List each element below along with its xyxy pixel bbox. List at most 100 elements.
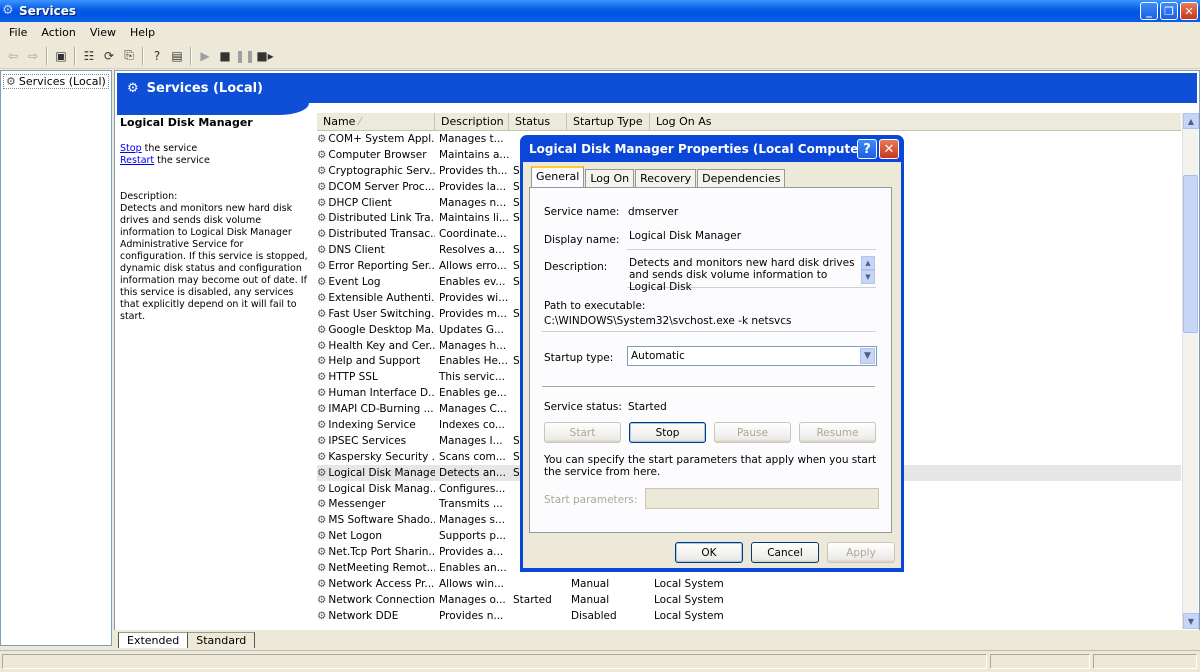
show-hide-tree-icon[interactable]: ▣ bbox=[51, 46, 71, 66]
column-log-on-as[interactable]: Log On As bbox=[650, 113, 750, 130]
service-description-cell: Maintains li... bbox=[439, 212, 509, 225]
column-name[interactable]: Name ⁄ bbox=[317, 113, 435, 130]
gear-icon: ⚙ bbox=[317, 498, 327, 511]
export-list-icon[interactable]: ⎘ bbox=[119, 46, 139, 66]
restart-icon[interactable]: ■▸ bbox=[255, 46, 275, 66]
startup-type-label: Startup type: bbox=[544, 352, 614, 364]
service-name-cell: ⚙ Fast User Switching... bbox=[317, 308, 435, 320]
start-params-field[interactable] bbox=[645, 488, 879, 509]
service-description-cell: Manages o... bbox=[439, 593, 506, 606]
tab-dependencies[interactable]: Dependencies bbox=[697, 169, 786, 187]
column-startup-type[interactable]: Startup Type bbox=[567, 113, 650, 130]
table-row[interactable]: ⚙ Network Access Pr... Allows win... Manual… bbox=[317, 576, 1181, 592]
forward-icon[interactable]: ⇨ bbox=[23, 46, 43, 66]
status-cell bbox=[1093, 654, 1197, 669]
tab-standard[interactable]: Standard bbox=[187, 632, 256, 648]
start-button[interactable]: Start bbox=[544, 422, 621, 443]
gear-icon: ⚙ bbox=[317, 323, 327, 336]
service-startup-cell: Manual bbox=[571, 593, 610, 606]
service-startup-cell: Manual bbox=[571, 577, 610, 590]
pause-button[interactable]: Pause bbox=[714, 422, 791, 443]
restore-button[interactable]: ❐ bbox=[1160, 2, 1178, 20]
close-button[interactable]: ✕ bbox=[1180, 2, 1198, 20]
play-icon[interactable]: ▶ bbox=[195, 46, 215, 66]
service-status-label: Service status: bbox=[544, 401, 622, 413]
service-description-cell: Detects an... bbox=[439, 466, 506, 479]
service-name-text: MS Software Shado... bbox=[328, 514, 435, 527]
description-scrollbar[interactable]: ▲ ▼ bbox=[861, 256, 875, 285]
toolbar-separator bbox=[190, 46, 192, 65]
toolbar-separator bbox=[46, 46, 48, 65]
scroll-up-icon[interactable]: ▲ bbox=[861, 256, 875, 270]
column-status[interactable]: Status bbox=[509, 113, 567, 130]
startup-type-select[interactable]: Automatic ▼ bbox=[627, 346, 877, 366]
stop-icon[interactable]: ■ bbox=[215, 46, 235, 66]
dialog-close-button[interactable]: ✕ bbox=[879, 139, 899, 159]
service-name-text: Extensible Authenti... bbox=[328, 291, 435, 304]
services-app-icon: ⚙ bbox=[2, 3, 14, 18]
column-description[interactable]: Description bbox=[435, 113, 509, 130]
properties-icon[interactable]: ☷ bbox=[79, 46, 99, 66]
pane-header-title: Services (Local) bbox=[146, 80, 263, 96]
tree-item-services-local[interactable]: ⚙ Services (Local) bbox=[3, 74, 109, 89]
scroll-up-button[interactable]: ▲ bbox=[1183, 113, 1199, 129]
menu-help[interactable]: Help bbox=[123, 26, 162, 39]
chevron-down-icon[interactable]: ▼ bbox=[860, 348, 875, 364]
stop-button[interactable]: Stop bbox=[629, 422, 706, 443]
help-icon[interactable]: ? bbox=[147, 46, 167, 66]
service-name-text: Logical Disk Manager bbox=[328, 466, 435, 479]
menu-file[interactable]: File bbox=[2, 26, 34, 39]
scroll-thumb[interactable] bbox=[1183, 175, 1198, 333]
tab-general[interactable]: General bbox=[531, 166, 585, 187]
scroll-down-icon[interactable]: ▼ bbox=[861, 270, 875, 284]
general-panel: Service name: dmserver Display name: Log… bbox=[529, 187, 892, 533]
vertical-scrollbar[interactable]: ▲ ▼ bbox=[1182, 113, 1199, 629]
console-view-icon[interactable]: ▤ bbox=[167, 46, 187, 66]
service-name-text: Event Log bbox=[328, 275, 381, 288]
pause-icon[interactable]: ❚❚ bbox=[235, 46, 255, 66]
service-description-cell: Allows win... bbox=[439, 577, 505, 590]
tree-item-label: Services (Local) bbox=[18, 75, 106, 88]
refresh-icon[interactable]: ⟳ bbox=[99, 46, 119, 66]
resume-button[interactable]: Resume bbox=[799, 422, 876, 443]
service-description-cell: Provides m... bbox=[439, 307, 507, 320]
restart-link[interactable]: Restart bbox=[120, 155, 154, 166]
service-description-cell: Provides wi... bbox=[439, 291, 509, 304]
list-header: Name ⁄ Description Status Startup Type L… bbox=[317, 113, 1181, 131]
minimize-button[interactable]: _ bbox=[1140, 2, 1158, 20]
menu-view[interactable]: View bbox=[83, 26, 123, 39]
service-description-cell: Updates G... bbox=[439, 323, 504, 336]
cancel-button[interactable]: Cancel bbox=[751, 542, 819, 563]
dialog-title: Logical Disk Manager Properties (Local C… bbox=[529, 141, 870, 156]
apply-button[interactable]: Apply bbox=[827, 542, 895, 563]
display-name-field[interactable]: Logical Disk Manager bbox=[627, 228, 876, 250]
service-startup-cell: Disabled bbox=[571, 609, 617, 622]
toolbar-separator bbox=[142, 46, 144, 65]
stop-link[interactable]: Stop bbox=[120, 143, 142, 154]
gear-icon: ⚙ bbox=[317, 196, 327, 209]
dialog-help-button[interactable]: ? bbox=[857, 139, 877, 159]
gear-icon: ⚙ bbox=[317, 434, 327, 447]
gear-icon: ⚙ bbox=[317, 387, 327, 400]
service-name-text: Health Key and Cer... bbox=[328, 339, 435, 352]
divider bbox=[542, 386, 875, 388]
service-name-text: HTTP SSL bbox=[328, 371, 378, 384]
description-field[interactable]: Detects and monitors new hard disk drive… bbox=[627, 255, 876, 293]
menu-action[interactable]: Action bbox=[34, 26, 82, 39]
service-name-text: Indexing Service bbox=[328, 418, 416, 431]
service-name-text: Computer Browser bbox=[328, 148, 427, 161]
tab-recovery[interactable]: Recovery bbox=[635, 169, 697, 187]
status-cell bbox=[990, 654, 1090, 669]
gear-icon: ⚙ bbox=[317, 466, 327, 479]
description-text: Detects and monitors new hard disk drive… bbox=[629, 257, 855, 293]
tab-log-on[interactable]: Log On bbox=[585, 169, 635, 187]
table-row[interactable]: ⚙ Network DDE Provides n... Disabled Local S… bbox=[317, 608, 1181, 624]
service-name-cell: ⚙ IMAPI CD-Burning ... bbox=[317, 403, 435, 415]
scroll-down-button[interactable]: ▼ bbox=[1183, 613, 1199, 629]
ok-button[interactable]: OK bbox=[675, 542, 743, 563]
tab-extended[interactable]: Extended bbox=[118, 632, 188, 648]
service-status-cell: Started bbox=[513, 593, 552, 606]
table-row[interactable]: ⚙ Network Connections Manages o... Started M… bbox=[317, 592, 1181, 608]
service-name-cell: ⚙ Human Interface D... bbox=[317, 387, 435, 399]
back-icon[interactable]: ⇦ bbox=[3, 46, 23, 66]
